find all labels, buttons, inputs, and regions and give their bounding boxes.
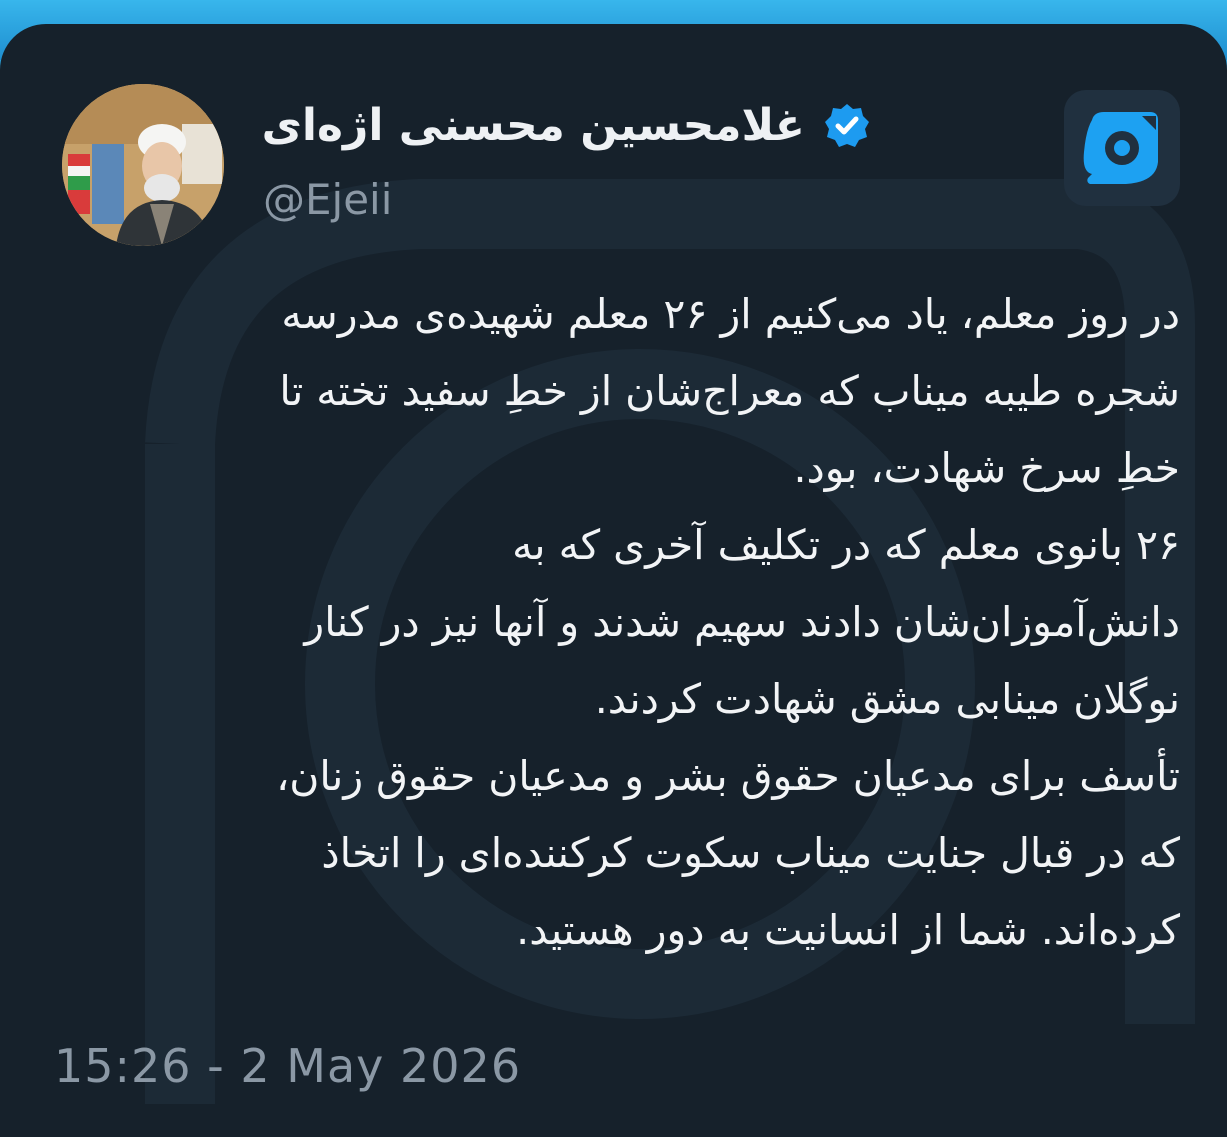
tweet-body: در روز معلم، یاد می‌کنیم از ۲۶ معلم شهید…: [50, 276, 1180, 969]
tweet-body-line: ۲۶ بانوی معلم که در تکلیف آخری که به: [512, 521, 1180, 569]
tweet-body-line: خطِ سرخ شهادت، بود.: [793, 444, 1180, 492]
author-handle[interactable]: @Ejeii: [263, 172, 392, 228]
tweet-card: غلامحسین محسنی اژه‌ای @Ejeii در روز معلم…: [0, 24, 1227, 1137]
tweet-body-line: نوگلان مینابی مشق شهادت کردند.: [594, 675, 1180, 723]
verified-badge-icon: [825, 104, 869, 147]
tweet-body-line: شجره طیبه میناب که معراج‌شان از خطِ سفید…: [279, 367, 1180, 415]
app-logo-icon: [1064, 90, 1180, 206]
tweet-body-line: در روز معلم، یاد می‌کنیم از ۲۶ معلم شهید…: [281, 290, 1180, 338]
tweet-body-line: کرده‌اند. شما از انسانیت به دور هستید.: [516, 906, 1180, 954]
profile-avatar[interactable]: [62, 84, 224, 246]
author-name[interactable]: غلامحسین محسنی اژه‌ای: [262, 96, 805, 156]
tweet-timestamp[interactable]: 15:26 - 2 May 2026: [54, 1034, 521, 1098]
tweet-body-line: دانش‌آموزان‌شان دادند سهیم شدند و آنها ن…: [304, 598, 1180, 646]
tweet-body-line: که در قبال جنایت میناب سکوت کرکننده‌ای ر…: [321, 829, 1180, 877]
tweet-body-line: تأسف برای مدعیان حقوق بشر و مدعیان حقوق …: [276, 752, 1180, 800]
